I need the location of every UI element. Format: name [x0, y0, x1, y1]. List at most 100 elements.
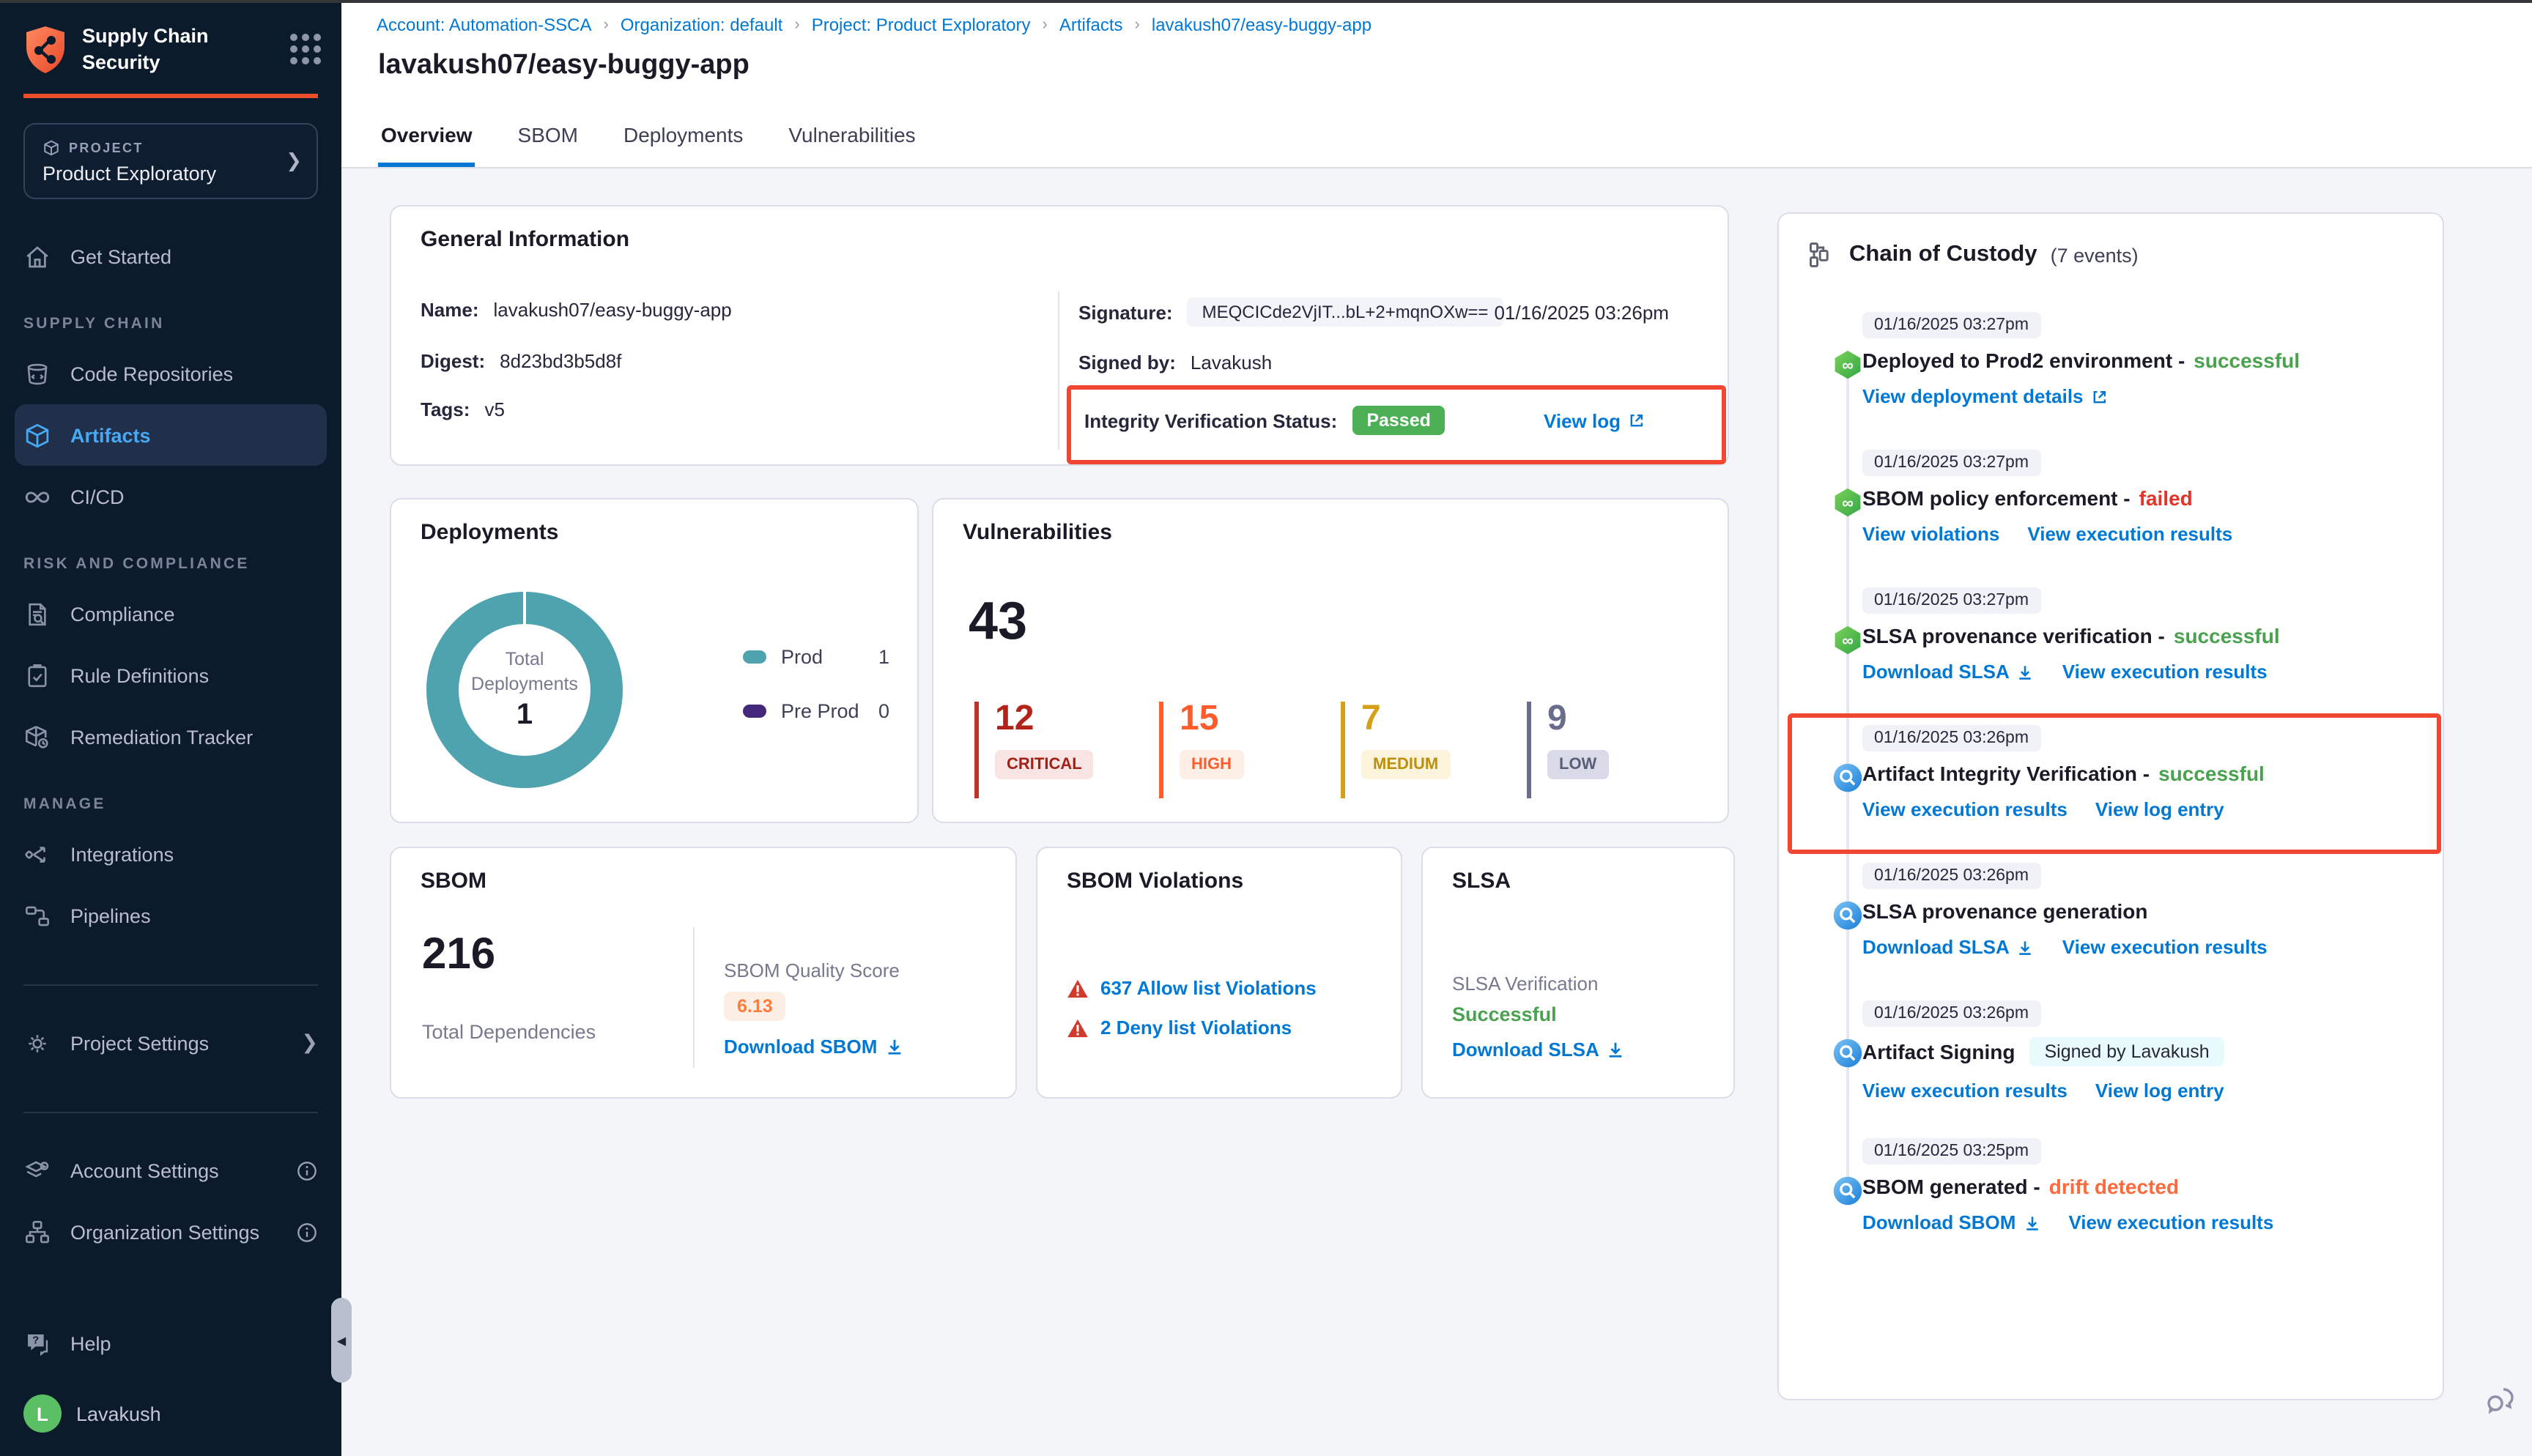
- sidebar-item-help[interactable]: ? Help: [0, 1314, 341, 1373]
- coc-link-view-execution-results[interactable]: View execution results: [1862, 1080, 2068, 1102]
- deployments-donut-chart: Total Deployments 1: [426, 592, 623, 788]
- coc-event-slsa-provenance-generation: 01/16/2025 03:26pm SLSA provenance gener…: [1779, 861, 2443, 999]
- coc-link-view-execution-results[interactable]: View execution results: [2062, 661, 2268, 683]
- page-header: Account: Automation-SSCA› Organization: …: [341, 0, 2532, 168]
- tab-deployments[interactable]: Deployments: [621, 123, 746, 167]
- info-icon[interactable]: [296, 1159, 318, 1181]
- breadcrumb-organization[interactable]: Organization: default: [621, 15, 783, 35]
- legend-item-preprod[interactable]: Pre Prod 0: [743, 700, 889, 722]
- sidebar-item-pipelines[interactable]: Pipelines: [0, 885, 341, 946]
- coc-link-view-execution-results[interactable]: View execution results: [2027, 523, 2232, 545]
- breadcrumb-account[interactable]: Account: Automation-SSCA: [377, 15, 592, 35]
- sidebar-item-artifacts[interactable]: Artifacts: [15, 404, 327, 466]
- box-wrench-icon: [23, 723, 51, 751]
- legend-swatch-prod: [743, 650, 766, 664]
- org-gear-icon: [23, 1218, 51, 1246]
- medium-badge: MEDIUM: [1361, 750, 1450, 779]
- svg-text:∞: ∞: [1842, 356, 1854, 374]
- legend-item-prod[interactable]: Prod 1: [743, 646, 889, 668]
- sidebar-item-integrations[interactable]: Integrations: [0, 823, 341, 885]
- info-icon[interactable]: [296, 1221, 318, 1243]
- tab-sbom[interactable]: SBOM: [515, 123, 581, 167]
- external-link-icon: [2091, 387, 2109, 405]
- deny-list-violations-link[interactable]: 2 Deny list Violations: [1100, 1017, 1292, 1039]
- signed-by-value: Lavakush: [1191, 352, 1272, 374]
- breadcrumb-current[interactable]: lavakush07/easy-buggy-app: [1152, 15, 1372, 35]
- shield-logo-icon: [23, 24, 67, 74]
- sidebar-item-compliance[interactable]: Compliance: [0, 583, 341, 645]
- slsa-verification-status: Successful: [1452, 1003, 1557, 1025]
- event-timestamp: 01/16/2025 03:27pm: [1862, 450, 2040, 476]
- signature-value[interactable]: MEQCICde2VjIT...bL+2+mqnOXw==: [1188, 297, 1503, 327]
- coc-link-view-deployment-details[interactable]: View deployment details: [1862, 385, 2109, 407]
- sidebar-item-remediation-tracker[interactable]: Remediation Tracker: [0, 706, 341, 768]
- coc-link-download-sbom[interactable]: Download SBOM: [1862, 1211, 2040, 1233]
- cube-icon: [42, 138, 60, 156]
- coc-link-download-slsa[interactable]: Download SLSA: [1862, 661, 2035, 683]
- critical-count: 12: [995, 702, 1159, 737]
- coc-link-view-execution-results[interactable]: View execution results: [1862, 798, 2068, 820]
- sidebar-item-rule-definitions[interactable]: Rule Definitions: [0, 645, 341, 706]
- vertical-divider: [1058, 291, 1059, 450]
- download-icon: [1607, 1040, 1626, 1059]
- nav-section-supply-chain: SUPPLY CHAIN: [23, 305, 318, 343]
- content-area: General Information Name: lavakush07/eas…: [341, 170, 2532, 1456]
- vertical-divider: [693, 927, 695, 1068]
- tab-vulnerabilities[interactable]: Vulnerabilities: [785, 123, 918, 167]
- svg-text:∞: ∞: [1842, 494, 1854, 512]
- event-status: successful: [2158, 762, 2265, 785]
- tab-overview[interactable]: Overview: [378, 123, 475, 167]
- sbom-card: SBOM 216 Total Dependencies SBOM Quality…: [390, 847, 1017, 1099]
- coc-event-deployed-prod2: ∞ 01/16/2025 03:27pm Deployed to Prod2 e…: [1779, 311, 2443, 448]
- slsa-verification-label: SLSA Verification: [1452, 973, 1598, 995]
- download-slsa-link[interactable]: Download SLSA: [1452, 1039, 1626, 1061]
- help-chat-icon: ?: [23, 1329, 51, 1357]
- coc-event-slsa-provenance-verification: ∞ 01/16/2025 03:27pm SLSA provenance ver…: [1779, 586, 2443, 724]
- coc-link-view-execution-results[interactable]: View execution results: [2062, 936, 2268, 958]
- digest-label: Digest:: [421, 350, 485, 372]
- warning-triangle-icon: [1067, 1017, 1089, 1038]
- sidebar-collapse-handle[interactable]: ◀: [331, 1298, 352, 1383]
- breadcrumb-project[interactable]: Project: Product Exploratory: [812, 15, 1031, 35]
- allow-list-violations-link[interactable]: 637 Allow list Violations: [1100, 977, 1317, 999]
- coc-link-view-log-entry[interactable]: View log entry: [2095, 1080, 2224, 1102]
- artifact-tags: v5: [484, 398, 504, 420]
- coc-link-download-slsa[interactable]: Download SLSA: [1862, 936, 2035, 958]
- sidebar-item-cicd[interactable]: CI/CD: [0, 466, 341, 527]
- coc-link-view-log-entry[interactable]: View log entry: [2095, 798, 2224, 820]
- low-count: 9: [1547, 702, 1608, 737]
- coc-link-view-violations[interactable]: View violations: [1862, 523, 1999, 545]
- deployment-hexagon-icon: ∞: [1832, 486, 1864, 519]
- severity-high: 15 HIGH: [1159, 702, 1341, 798]
- sidebar-item-code-repositories[interactable]: Code Repositories: [0, 343, 341, 404]
- event-title: SBOM generated -: [1862, 1175, 2040, 1198]
- sidebar-item-project-settings[interactable]: Project Settings ❯: [0, 1012, 341, 1074]
- warning-triangle-icon: [1067, 978, 1089, 998]
- event-status: failed: [2139, 486, 2193, 510]
- event-timestamp: 01/16/2025 03:26pm: [1862, 1000, 2040, 1027]
- breadcrumb-artifacts[interactable]: Artifacts: [1059, 15, 1123, 35]
- deployment-hexagon-icon: ∞: [1832, 624, 1864, 656]
- project-selector[interactable]: PROJECT Product Exploratory ❯: [23, 123, 318, 199]
- layers-gear-icon: [23, 1156, 51, 1184]
- coc-link-view-execution-results[interactable]: View execution results: [2068, 1211, 2273, 1233]
- card-title: General Information: [421, 227, 629, 252]
- app-grid-icon[interactable]: [290, 34, 321, 64]
- chain-of-custody-title: Chain of Custody: [1849, 242, 2037, 268]
- sidebar-item-account-settings[interactable]: Account Settings: [0, 1140, 341, 1201]
- sidebar-item-organization-settings[interactable]: Organization Settings: [0, 1201, 341, 1263]
- svg-text:?: ?: [32, 1334, 39, 1346]
- verification-magnifier-icon: [1832, 899, 1864, 932]
- verification-magnifier-icon: [1832, 762, 1864, 794]
- support-chat-icon[interactable]: [2482, 1383, 2517, 1418]
- sidebar-item-get-started[interactable]: Get Started: [0, 226, 341, 287]
- donut-center-label: Total Deployments: [466, 648, 583, 696]
- general-information-card: General Information Name: lavakush07/eas…: [390, 205, 1729, 466]
- sbom-total-label: Total Dependencies: [422, 1021, 596, 1043]
- download-sbom-link[interactable]: Download SBOM: [724, 1036, 903, 1058]
- view-log-link[interactable]: View log: [1544, 409, 1646, 431]
- user-menu[interactable]: L Lavakush: [0, 1387, 341, 1440]
- sidebar: Supply Chain Security PROJECT Product Ex…: [0, 0, 341, 1456]
- event-status: successful: [2194, 349, 2300, 372]
- low-badge: LOW: [1547, 750, 1608, 779]
